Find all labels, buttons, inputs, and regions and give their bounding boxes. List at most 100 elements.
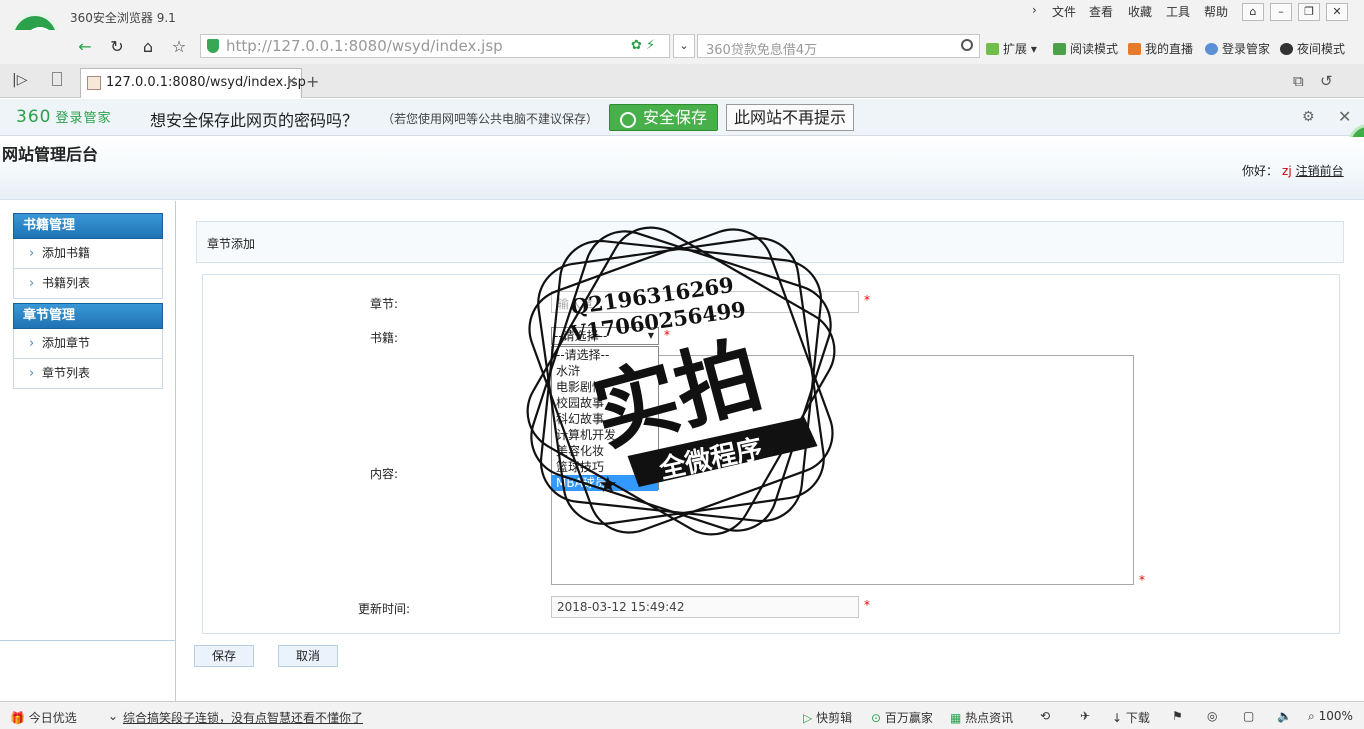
extensions-icon (986, 43, 999, 55)
book-option-highlighted[interactable]: MBA球员 (552, 475, 658, 491)
play-icon: ▷ (803, 711, 813, 725)
menu-chevron-icon[interactable]: › (1032, 3, 1037, 17)
zoom-control[interactable]: ⌕ 100% (1308, 709, 1353, 724)
user-name: zj (1282, 164, 1292, 178)
search-icon[interactable] (961, 39, 973, 51)
sidebar-item-add-book[interactable]: 添加书籍 (13, 239, 163, 269)
extensions-button[interactable]: 扩展 ▾ (986, 40, 1037, 57)
url-extension-icons[interactable]: ✿ ⚡ (631, 38, 655, 53)
close-window-button[interactable]: ✕ (1326, 3, 1348, 21)
million-winner-button[interactable]: ⊙ 百万赢家 (871, 709, 933, 726)
chapter-input[interactable]: 输入章 (551, 291, 859, 313)
tab-current[interactable]: 127.0.0.1:8080/wsyd/index.jsp × (80, 68, 306, 98)
sidebar-divider (0, 640, 176, 641)
chapter-label: 章节: (369, 297, 398, 311)
never-remind-button[interactable]: 此网站不再提示 (726, 104, 854, 131)
browser-icon[interactable]: ◎ (1207, 709, 1217, 723)
gear-icon[interactable]: ⚙ (1302, 109, 1315, 125)
update-time-label: 更新时间: (357, 602, 410, 616)
chevron-down-icon[interactable]: ⌄ (108, 709, 118, 723)
star-icon[interactable]: ☆ (166, 36, 192, 58)
new-tab-button[interactable]: + (306, 72, 319, 91)
book-option[interactable]: 水浒 (552, 363, 658, 379)
book-option[interactable]: 美容化妆 (552, 443, 658, 459)
news-ticker-link[interactable]: 综合搞笑段子连锁，没有点智慧还看不懂你了 (123, 709, 363, 726)
window-icon[interactable]: ▢ (1243, 709, 1254, 723)
menu-file[interactable]: 文件 (1052, 3, 1076, 20)
sidebar-item-chapter-list[interactable]: 章节列表 (13, 359, 163, 389)
cancel-button[interactable]: 取消 (278, 645, 338, 667)
safe-save-button[interactable]: 安全保存 (609, 104, 718, 131)
browser-titlebar (0, 0, 1364, 30)
password-hint: （若您使用网吧等公共电脑不建议保存） (382, 112, 599, 126)
sidebar-item-add-chapter[interactable]: 添加章节 (13, 329, 163, 359)
key-icon (1205, 43, 1218, 55)
maximize-button[interactable]: ❐ (1298, 3, 1320, 21)
required-mark: * (664, 328, 670, 342)
section-title: 章节添加 (207, 237, 256, 251)
hot-news-button[interactable]: ▦ 热点资讯 (950, 709, 1013, 726)
tv-icon (1128, 43, 1141, 55)
pin-icon[interactable]: ✈ (1080, 709, 1090, 723)
book-option[interactable]: --请选择-- (552, 347, 658, 363)
book-option[interactable]: 计算机开发 (552, 427, 658, 443)
save-button[interactable]: 保存 (194, 645, 254, 667)
address-bar[interactable]: http://127.0.0.1:8080/wsyd/index.jsp ✿ ⚡ (200, 34, 670, 58)
download-button[interactable]: ↓ 下载 (1112, 709, 1150, 726)
skin-icon[interactable]: ⌂ (1242, 3, 1264, 21)
section-header: 章节添加 (196, 221, 1344, 263)
book-option[interactable]: 篮球技巧 (552, 459, 658, 475)
close-icon[interactable]: ✕ (1338, 107, 1351, 126)
login-manager-button[interactable]: 登录管家 (1205, 40, 1270, 57)
refresh-icon[interactable]: ↻ (104, 36, 130, 58)
menu-favorites[interactable]: 收藏 (1128, 3, 1152, 20)
logout-link[interactable]: 注销前台 (1296, 164, 1344, 178)
flag-icon[interactable]: ⚑ (1172, 709, 1183, 723)
live-button[interactable]: 我的直播 (1128, 40, 1193, 57)
menu-tools[interactable]: 工具 (1166, 3, 1190, 20)
phone-icon[interactable] (52, 72, 62, 86)
home-icon[interactable]: ⌂ (135, 36, 161, 58)
chevron-down-icon[interactable]: ⌄ (673, 34, 695, 58)
today-pick[interactable]: 🎁 今日优选 (10, 709, 77, 726)
user-greeting: 你好： zj 注销前台 (1242, 164, 1344, 178)
required-mark: * (864, 293, 870, 307)
required-mark: * (864, 598, 870, 612)
sidebar-item-book-list[interactable]: 书籍列表 (13, 269, 163, 299)
quick-clip-button[interactable]: ▷ 快剪辑 (803, 709, 852, 726)
sidebar-toggle-icon[interactable]: |▷ (12, 72, 27, 88)
reading-mode-button[interactable]: 阅读模式 (1053, 40, 1118, 57)
sidebar-group-books[interactable]: 书籍管理 (13, 213, 163, 239)
news-icon: ▦ (950, 711, 962, 725)
update-time-input[interactable]: 2018-03-12 15:49:42 (551, 596, 859, 618)
book-select[interactable]: --请选择-- (551, 327, 659, 345)
undo-icon[interactable]: ↺ (1320, 72, 1333, 90)
restore-icon[interactable]: ⧉ (1293, 72, 1304, 90)
gift-icon: 🎁 (10, 711, 25, 725)
browser-title: 360安全浏览器 9.1 (70, 11, 176, 25)
login-manager-brand: 360 登录管家 (16, 107, 112, 127)
minimize-button[interactable]: – (1270, 3, 1292, 21)
book-option[interactable]: 科幻故事 (552, 411, 658, 427)
close-tab-icon[interactable]: × (286, 74, 297, 89)
security-shield-icon (207, 39, 219, 53)
tab-title: 127.0.0.1:8080/wsyd/index.jsp (106, 75, 306, 90)
speed-icon[interactable]: ⟲ (1040, 709, 1050, 723)
book-option[interactable]: 校园故事 (552, 395, 658, 411)
search-bar[interactable]: 360贷款免息借4万 (697, 34, 980, 58)
sidebar-group-chapters[interactable]: 章节管理 (13, 303, 163, 329)
circle-play-icon: ⊙ (871, 711, 882, 725)
zoom-icon: ⌕ (1308, 709, 1315, 723)
night-mode-button[interactable]: 夜间模式 (1280, 40, 1345, 57)
search-placeholder: 360贷款免息借4万 (706, 43, 818, 58)
page-title: 网站管理后台 (2, 145, 99, 164)
password-question: 想安全保存此网页的密码吗？ (150, 111, 359, 130)
password-save-bar: 360 登录管家 想安全保存此网页的密码吗？ （若您使用网吧等公共电脑不建议保存）… (0, 99, 1364, 136)
book-option[interactable]: 电影剧情 (552, 379, 658, 395)
volume-icon[interactable]: 🔈 (1277, 709, 1292, 723)
url-text[interactable]: http://127.0.0.1:8080/wsyd/index.jsp (226, 37, 503, 55)
menu-help[interactable]: 帮助 (1204, 3, 1228, 20)
back-arrow-icon[interactable]: ← (72, 36, 98, 58)
menu-view[interactable]: 查看 (1089, 3, 1113, 20)
book-dropdown-list[interactable]: --请选择-- 水浒 电影剧情 校园故事 科幻故事 计算机开发 美容化妆 篮球技… (551, 346, 659, 491)
